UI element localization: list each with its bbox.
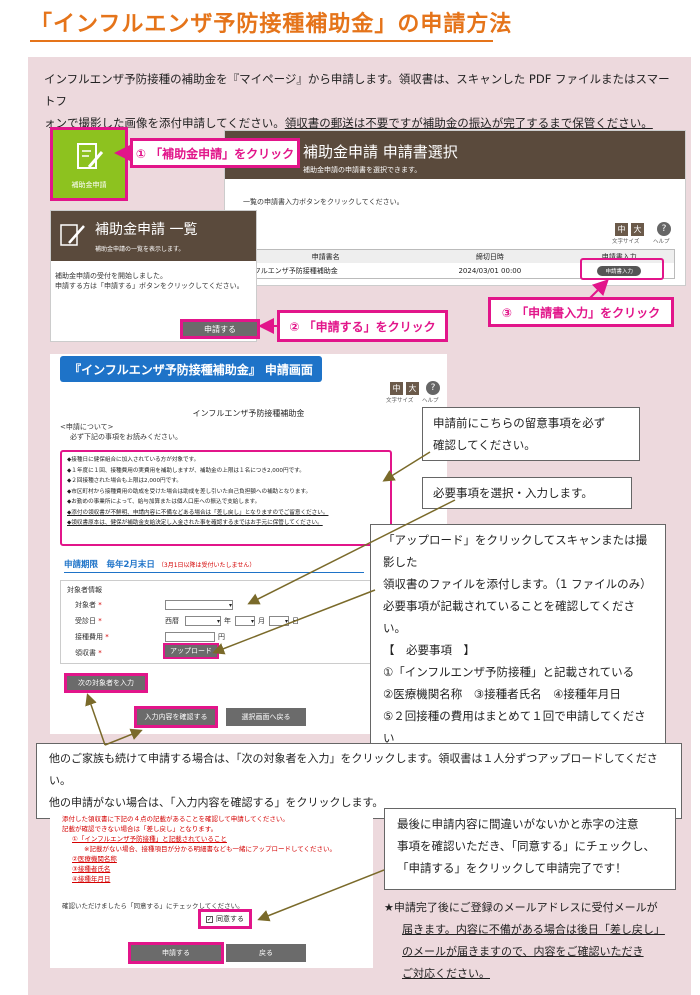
arrow-upload: [212, 589, 376, 655]
arrow-agree: [257, 869, 385, 922]
arrow-select: [247, 499, 456, 605]
arrow-next-subject: [85, 693, 106, 746]
arrow-notes: [382, 451, 431, 482]
arrow-confirm: [104, 728, 143, 746]
arrow-step3: [589, 279, 609, 299]
arrows-layer: [85, 145, 609, 922]
